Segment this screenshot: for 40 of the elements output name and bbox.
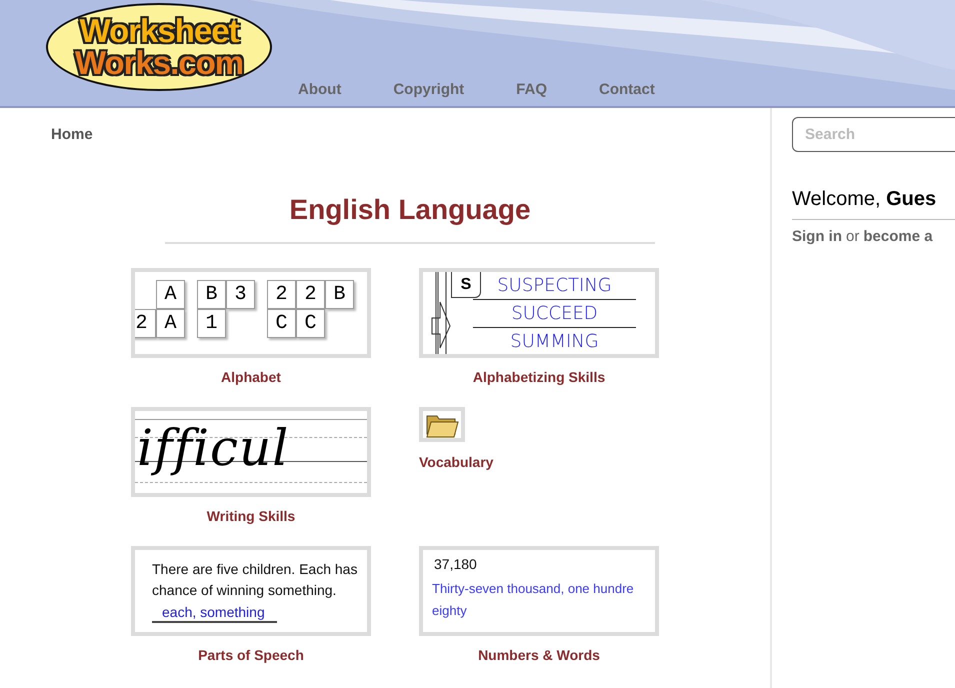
worksheet-thumbnail[interactable]: 37,180 Thirty-seven thousand, one hundre eighty [419,546,659,636]
number-text: 37,180 [433,555,478,572]
sentence-text: There are five children. Each has [152,560,358,579]
answer-text: each, something [152,603,277,623]
number-words-text: eighty [432,602,468,620]
letter-tile: 1 [197,309,226,338]
letter-tile: A [156,309,185,338]
topic-link[interactable]: Vocabulary [419,454,494,470]
letter-tile: 2 [267,280,296,309]
letter-tile: 2 [135,309,156,338]
page-title: English Language [165,194,655,244]
word-line: SUCCEED [473,300,636,328]
folder-thumbnail[interactable] [419,407,465,442]
number-words-text: Thirty-seven thousand, one hundre [432,580,635,598]
topic-link[interactable]: Numbers & Words [478,647,600,663]
worksheet-thumbnail[interactable]: There are five children. Each has chance of winning something. each, something [131,546,371,636]
breadcrumb-link[interactable]: Home [51,126,93,143]
letter-tile: 3 [226,280,255,309]
account-text: or [846,228,860,245]
topic-link[interactable]: Alphabetizing Skills [472,369,606,385]
letter-tile: C [296,309,325,338]
worksheet-thumbnail[interactable]: A B 3 2 2 B 2 A 1 C C [131,268,371,358]
letter-tile: B [197,280,226,309]
word-line: SUMMING [473,328,636,354]
sentence-text: chance of winning something. [152,581,338,600]
letter-tile: 2 [296,280,325,309]
search-field[interactable]: Search [792,117,955,152]
welcome-heading: Welcome, Gues [792,188,955,220]
letter-tile: C [267,309,296,338]
worksheet-thumbnail[interactable]: S SUSPECTING SUCCEED SUMMING [419,268,659,358]
letter-tab: S [451,272,481,298]
letter-tile: A [156,280,185,309]
account-link[interactable]: Sign in [792,228,842,245]
arrow-icon [431,272,451,354]
word-line: SUSPECTING [473,272,636,300]
letter-tile: B [325,280,354,309]
account-link[interactable]: become a [863,228,933,245]
topic-link[interactable]: Alphabet [221,369,281,385]
topic-link[interactable]: Parts of Speech [198,647,304,663]
topic-link[interactable]: Writing Skills [206,508,296,524]
